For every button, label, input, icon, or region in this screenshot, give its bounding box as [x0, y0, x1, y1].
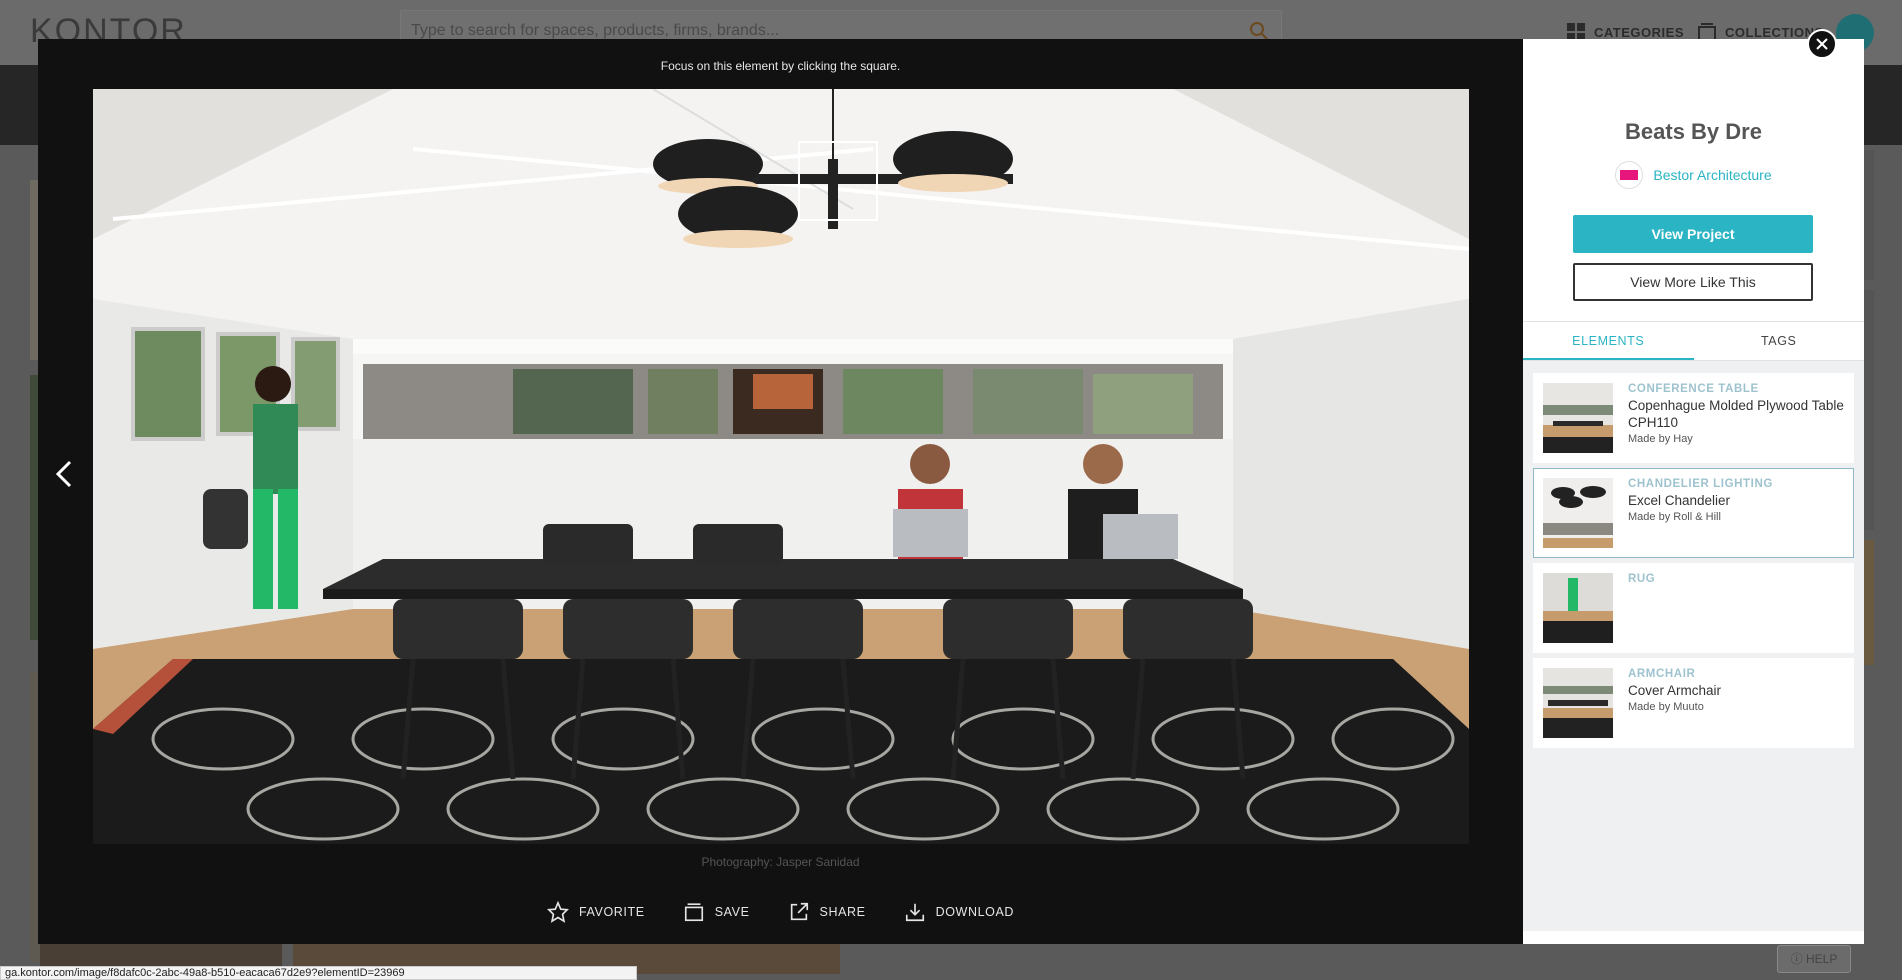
firm-logo	[1615, 161, 1644, 189]
background-tile	[40, 944, 282, 966]
element-card[interactable]: RUG	[1533, 563, 1854, 653]
chevron-left-icon[interactable]	[50, 454, 80, 494]
element-card[interactable]: ARMCHAIR Cover Armchair Made by Muuto	[1533, 658, 1854, 748]
element-thumbnail	[1543, 383, 1613, 453]
element-category: RUG	[1628, 573, 1656, 585]
project-title: Beats By Dre	[1625, 119, 1762, 144]
firm-link[interactable]: Bestor Architecture	[1523, 161, 1864, 189]
tab-elements[interactable]: ELEMENTS	[1523, 322, 1694, 360]
element-card[interactable]: CONFERENCE TABLE Copenhague Molded Plywo…	[1533, 373, 1854, 463]
save-label: SAVE	[714, 905, 750, 919]
image-viewer: Focus on this element by clicking the sq…	[38, 39, 1523, 944]
element-maker: Made by Roll & Hill	[1628, 511, 1721, 523]
view-project-button[interactable]: View Project	[1573, 215, 1813, 253]
panel-tabs: ELEMENTS TAGS	[1523, 321, 1864, 361]
collection-icon	[684, 903, 703, 922]
help-button[interactable]: ⓘ HELP	[1777, 945, 1851, 973]
search-icon[interactable]	[1249, 21, 1269, 41]
element-maker: Made by Muuto	[1628, 701, 1704, 713]
element-name: Cover Armchair	[1628, 683, 1722, 698]
status-bar-url: ga.kontor.com/image/f8dafc0c-2abc-49a8-b…	[0, 966, 637, 980]
nav-categories-label: CATEGORIES	[1594, 24, 1684, 40]
share-button[interactable]: SHARE	[788, 901, 866, 923]
element-thumbnail	[1543, 478, 1613, 548]
favorite-button[interactable]: FAVORITE	[546, 901, 645, 923]
project-panel: Beats By Dre Bestor Architecture View Pr…	[1523, 39, 1864, 944]
element-name: Copenhague Molded Plywood Table CPH110	[1628, 398, 1844, 430]
element-card-selected[interactable]: CHANDELIER LIGHTING Excel Chandelier Mad…	[1533, 468, 1854, 558]
view-more-button[interactable]: View More Like This	[1573, 263, 1813, 301]
help-label: HELP	[1805, 952, 1838, 966]
element-category: CONFERENCE TABLE	[1628, 383, 1759, 395]
image-actions: FAVORITE SAVE SHARE DOWNLOAD	[38, 901, 1523, 923]
download-button[interactable]: DOWNLOAD	[904, 901, 1014, 923]
element-category: ARMCHAIR	[1628, 668, 1696, 680]
tab-tags[interactable]: TAGS	[1694, 322, 1865, 360]
favorite-label: FAVORITE	[578, 905, 645, 919]
background-tile	[1864, 290, 1874, 530]
star-icon	[546, 901, 569, 923]
photo-credit: Photography: Jasper Sanidad	[701, 855, 860, 869]
element-maker: Made by Hay	[1628, 433, 1693, 445]
download-icon	[905, 903, 924, 922]
close-button[interactable]	[1807, 29, 1837, 59]
element-thumbnail	[1543, 668, 1613, 738]
element-name: Excel Chandelier	[1628, 493, 1731, 508]
share-label: SHARE	[819, 905, 866, 919]
element-thumbnail	[1543, 573, 1613, 643]
element-category: CHANDELIER LIGHTING	[1628, 478, 1773, 490]
close-icon	[1816, 38, 1828, 50]
save-button[interactable]: SAVE	[683, 901, 750, 923]
background-tile	[1864, 150, 1874, 280]
project-photo[interactable]	[93, 89, 1469, 844]
focus-hint: Focus on this element by clicking the sq…	[660, 59, 901, 73]
image-modal: Focus on this element by clicking the sq…	[38, 39, 1864, 944]
download-label: DOWNLOAD	[935, 905, 1015, 919]
share-icon	[790, 902, 808, 921]
firm-name[interactable]: Bestor Architecture	[1653, 167, 1771, 183]
office-photo	[93, 89, 1469, 844]
background-tile	[1864, 540, 1874, 665]
elements-list: CONFERENCE TABLE Copenhague Molded Plywo…	[1523, 361, 1864, 931]
